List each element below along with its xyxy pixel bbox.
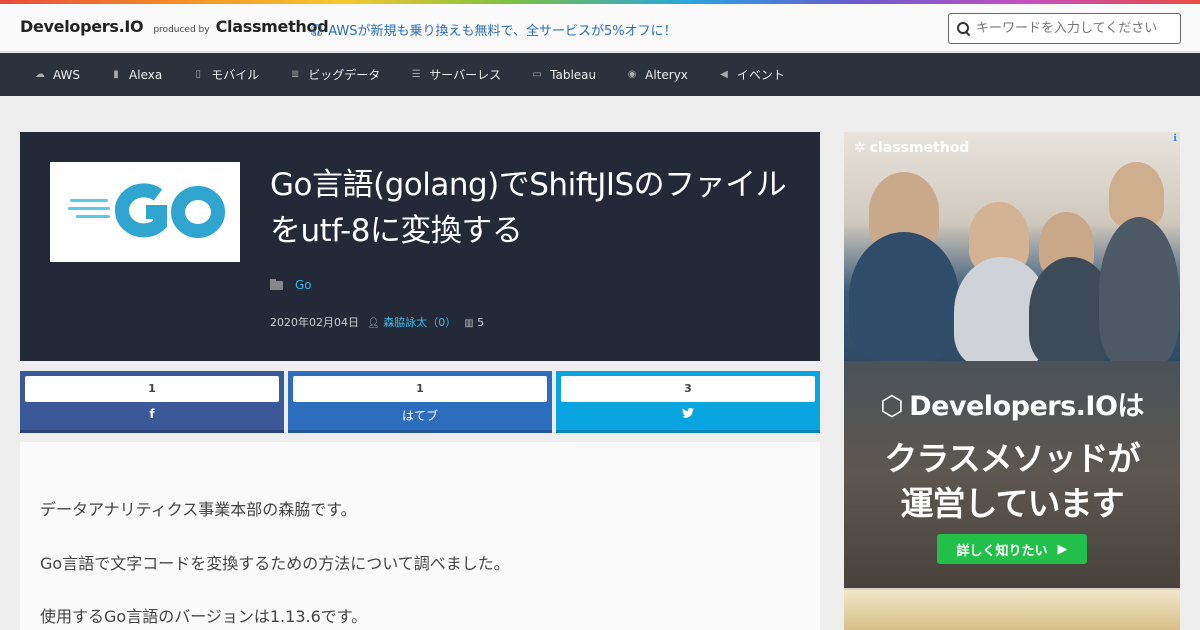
server-icon: ☰ [411, 69, 421, 80]
nav-item-label: Alexa [129, 67, 163, 82]
nav-item-aws[interactable]: ☁ AWS [34, 68, 80, 82]
nav-item-label: Alteryx [645, 67, 688, 82]
facebook-icon: f [149, 407, 155, 421]
article-date: 2020年02月04日 [270, 316, 359, 329]
mobile-icon: ▯ [195, 69, 201, 80]
ad-photo-bottom [844, 590, 1180, 630]
twitter-share-button[interactable]: 3 [556, 371, 820, 433]
facebook-share-button[interactable]: 1 f [20, 371, 284, 433]
article-paragraph: データアナリティクス事業本部の森脇です。 [40, 500, 357, 519]
logo-produced-by: produced by [153, 25, 210, 35]
article-meta: 2020年02月04日 👤︎ 森脇詠太（0） ▥ 5 [270, 314, 484, 330]
folder-icon [270, 278, 283, 290]
user-icon: 👤︎ [367, 318, 380, 329]
headphones-icon: 🎧︎ [309, 22, 325, 37]
top-header: Developers.IO produced by Classmethod 🎧︎… [0, 4, 1200, 52]
article-body: データアナリティクス事業本部の森脇です。 Go言語で文字コードを変換するための方… [20, 442, 820, 630]
nav-item-mobile[interactable]: ▯ モバイル [192, 66, 259, 83]
nav-item-alteryx[interactable]: ◉ Alteryx [626, 68, 688, 82]
ad-headline-1: クラスメソッドが [884, 439, 1140, 478]
nav-item-alexa[interactable]: ▮ Alexa [110, 68, 162, 82]
author-link: 森脇詠太（0） [383, 316, 457, 329]
view-count: 5 [477, 315, 485, 329]
nav-item-event[interactable]: ◀︎ イベント [718, 66, 785, 83]
sidebar-ad-banner[interactable]: ✲ classmethod ℹ ⬡ Developers.IOは クラスメソッドが… [844, 132, 1180, 630]
circle-icon: ◉ [627, 69, 637, 80]
play-arrow-icon: ▶ [1057, 541, 1068, 557]
nav-item-label: モバイル [211, 68, 260, 82]
cloud-icon: ☁ [35, 69, 45, 80]
article-header: Go言語(golang)でShiftJISのファイルをutf-8に変換する Go… [20, 132, 820, 361]
bar-chart-icon: ▥ [464, 317, 474, 329]
promo-link[interactable]: 🎧︎ AWSが新規も乗り換えも無料で、全サービスが5%オフに！ [309, 20, 677, 40]
promo-text: AWSが新規も乗り換えも無料で、全サービスが5%オフに！ [328, 24, 677, 39]
ad-corner-brand: ✲ classmethod [854, 140, 970, 156]
ad-headline-2: 運営しています [900, 484, 1124, 523]
article-paragraph: 使用するGo言語のバージョンは1.13.6です。 [40, 607, 368, 626]
ad-headline-brand: ⬡ Developers.IOは [880, 391, 1144, 422]
hexagon-logo-icon: ⬡ [880, 391, 904, 422]
category-link[interactable]: Go [295, 278, 312, 292]
twitter-share-count: 3 [561, 376, 815, 402]
logo-main: Developers.IO [20, 17, 144, 36]
ad-info-icon[interactable]: ℹ [1173, 133, 1177, 144]
nav-item-label: ビッグデータ [308, 68, 381, 82]
go-logo [68, 183, 225, 238]
article-paragraph: Go言語で文字コードを変換するための方法について調べました。 [40, 554, 510, 573]
facebook-share-count: 1 [25, 376, 279, 402]
ad-cta-button[interactable]: 詳しく知りたい ▶ [937, 534, 1087, 564]
twitter-icon [556, 407, 820, 421]
nav-item-bigdata[interactable]: ≣ ビッグデータ [289, 66, 380, 83]
hatena-bookmark-count: 1 [293, 376, 547, 402]
search-box[interactable] [948, 13, 1181, 44]
article-category: Go [270, 278, 312, 292]
nav-item-serverless[interactable]: ☰ サーバーレス [410, 66, 501, 83]
ad-cta-label: 詳しく知りたい [956, 543, 1048, 559]
hatena-bookmark-button[interactable]: 1 はてブ [288, 371, 552, 433]
nav-item-label: AWS [53, 67, 81, 82]
nav-item-label: イベント [736, 68, 785, 82]
site-logo[interactable]: Developers.IO produced by Classmethod [20, 17, 329, 36]
search-input[interactable] [976, 21, 1176, 36]
ad-photo-team [844, 132, 1180, 367]
desktop-icon: ▭ [532, 69, 542, 80]
author-group[interactable]: 👤︎ 森脇詠太（0） [367, 314, 456, 330]
article-title: Go言語(golang)でShiftJISのファイルをutf-8に変換する [270, 167, 787, 249]
nav-item-label: Tableau [550, 67, 597, 82]
list-icon: ≣ [291, 69, 300, 80]
microphone-icon: ▮ [113, 69, 119, 80]
nav-item-tableau[interactable]: ▭ Tableau [531, 68, 596, 82]
nav-item-label: サーバーレス [429, 68, 502, 82]
hatena-label: はてブ [401, 409, 438, 423]
views-group: ▥ 5 [464, 316, 484, 329]
search-icon [957, 22, 970, 35]
classmethod-logo-icon: ✲ [854, 140, 866, 156]
article-thumbnail [50, 162, 240, 262]
speaker-icon: ◀︎ [720, 69, 728, 80]
category-nav: ☁ AWS ▮ Alexa ▯ モバイル ≣ ビッグデータ ☰ サーバーレス ▭… [0, 53, 1200, 96]
